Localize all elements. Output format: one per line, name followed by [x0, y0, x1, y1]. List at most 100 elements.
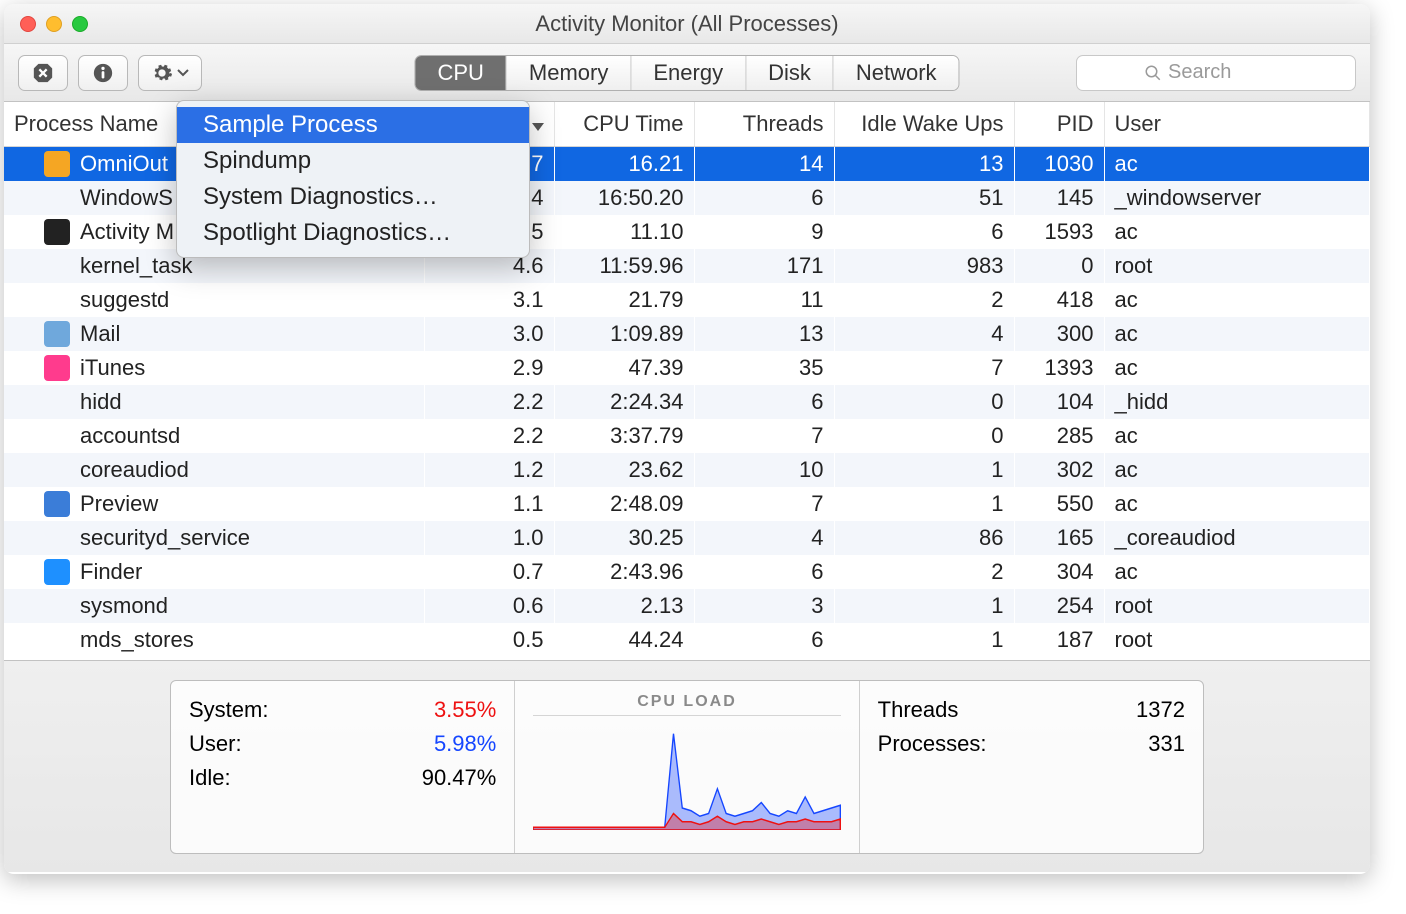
cell-pid: 0: [1014, 249, 1104, 283]
app-icon: [44, 627, 70, 653]
tab-network[interactable]: Network: [834, 56, 959, 90]
process-name: accountsd: [80, 423, 180, 449]
table-row[interactable]: Preview1.12:48.0971550ac: [4, 487, 1370, 521]
table-row[interactable]: Finder0.72:43.9662304ac: [4, 555, 1370, 589]
column-header[interactable]: Threads: [694, 102, 834, 146]
cell-pid: 304: [1014, 555, 1104, 589]
window-title: Activity Monitor (All Processes): [4, 11, 1370, 37]
cell-wake: 1: [834, 487, 1014, 521]
cell-threads: 3: [694, 589, 834, 623]
column-header[interactable]: PID: [1014, 102, 1104, 146]
process-name: WindowS: [80, 185, 173, 211]
cell-user: ac: [1104, 555, 1370, 589]
cell-pct: 2.9: [424, 351, 554, 385]
cell-user: ac: [1104, 215, 1370, 249]
search-input[interactable]: [1168, 61, 1288, 84]
thread-proc-counts: Threads1372 Processes:331: [859, 681, 1203, 853]
table-row[interactable]: accountsd2.23:37.7970285ac: [4, 419, 1370, 453]
cell-threads: 10: [694, 453, 834, 487]
cell-threads: 6: [694, 181, 834, 215]
cell-user: ac: [1104, 453, 1370, 487]
cell-pct: 1.0: [424, 521, 554, 555]
tab-disk[interactable]: Disk: [746, 56, 834, 90]
table-row[interactable]: coreaudiod1.223.62101302ac: [4, 453, 1370, 487]
process-name: Activity M: [80, 219, 174, 245]
table-row[interactable]: securityd_service1.030.25486165_coreaudi…: [4, 521, 1370, 555]
cell-time: 21.79: [554, 283, 694, 317]
stats-panel: System:3.55% User:5.98% Idle:90.47% CPU …: [170, 680, 1204, 854]
column-header[interactable]: CPU Time: [554, 102, 694, 146]
processes-label: Processes:: [878, 731, 987, 757]
cell-wake: 0: [834, 385, 1014, 419]
system-value: 3.55%: [434, 697, 496, 723]
stop-octagon-icon: [32, 62, 54, 84]
cell-user: root: [1104, 589, 1370, 623]
cell-threads: 7: [694, 487, 834, 521]
table-row[interactable]: hidd2.22:24.3460104_hidd: [4, 385, 1370, 419]
table-row[interactable]: Mail3.01:09.89134300ac: [4, 317, 1370, 351]
menu-item[interactable]: System Diagnostics…: [177, 179, 529, 215]
cell-wake: 51: [834, 181, 1014, 215]
idle-value: 90.47%: [422, 765, 497, 791]
table-row[interactable]: sysmond0.62.1331254root: [4, 589, 1370, 623]
process-name: suggestd: [80, 287, 169, 313]
app-icon: [44, 219, 70, 245]
info-button[interactable]: [78, 55, 128, 91]
cpu-load-chart: CPU LOAD: [514, 681, 858, 853]
cell-wake: 1: [834, 453, 1014, 487]
process-name: Mail: [80, 321, 120, 347]
chevron-down-icon: [177, 69, 189, 77]
process-name: mds_stores: [80, 627, 194, 653]
cell-pct: 0.7: [424, 555, 554, 589]
cell-time: 11:59.96: [554, 249, 694, 283]
table-row[interactable]: mds_stores0.544.2461187root: [4, 623, 1370, 657]
cell-threads: 6: [694, 623, 834, 657]
cell-time: 2:24.34: [554, 385, 694, 419]
column-header[interactable]: User: [1104, 102, 1370, 146]
table-row[interactable]: iTunes2.947.393571393ac: [4, 351, 1370, 385]
cell-user: root: [1104, 249, 1370, 283]
cell-threads: 6: [694, 385, 834, 419]
info-icon: [92, 62, 114, 84]
search-field[interactable]: [1076, 55, 1356, 91]
tab-cpu[interactable]: CPU: [415, 56, 506, 90]
cell-user: _coreaudiod: [1104, 521, 1370, 555]
table-row[interactable]: suggestd3.121.79112418ac: [4, 283, 1370, 317]
search-icon: [1144, 64, 1162, 82]
menu-item[interactable]: Spindump: [177, 143, 529, 179]
cell-user: ac: [1104, 146, 1370, 181]
cell-time: 2:48.09: [554, 487, 694, 521]
cell-pid: 285: [1014, 419, 1104, 453]
tab-energy[interactable]: Energy: [631, 56, 746, 90]
cell-time: 44.24: [554, 623, 694, 657]
user-value: 5.98%: [434, 731, 496, 757]
processes-value: 331: [1148, 731, 1185, 757]
cell-pid: 145: [1014, 181, 1104, 215]
cell-pid: 300: [1014, 317, 1104, 351]
cell-time: 2.13: [554, 589, 694, 623]
cell-threads: 7: [694, 419, 834, 453]
cell-threads: 13: [694, 317, 834, 351]
gear-menu-button[interactable]: [138, 55, 202, 91]
menu-item[interactable]: Spotlight Diagnostics…: [177, 215, 529, 251]
cell-threads: 171: [694, 249, 834, 283]
process-name: Finder: [80, 559, 142, 585]
app-icon: [44, 457, 70, 483]
cell-wake: 983: [834, 249, 1014, 283]
tab-memory[interactable]: Memory: [507, 56, 631, 90]
app-icon: [44, 525, 70, 551]
system-label: System:: [189, 697, 268, 723]
stop-process-button[interactable]: [18, 55, 68, 91]
cell-threads: 35: [694, 351, 834, 385]
cell-pid: 187: [1014, 623, 1104, 657]
column-header[interactable]: Idle Wake Ups: [834, 102, 1014, 146]
cell-pct: 1.1: [424, 487, 554, 521]
cell-pct: 2.2: [424, 419, 554, 453]
cell-pid: 418: [1014, 283, 1104, 317]
cell-wake: 0: [834, 419, 1014, 453]
process-name: securityd_service: [80, 525, 250, 551]
idle-label: Idle:: [189, 765, 231, 791]
footer: System:3.55% User:5.98% Idle:90.47% CPU …: [4, 660, 1370, 872]
cell-user: ac: [1104, 487, 1370, 521]
menu-item[interactable]: Sample Process: [177, 107, 529, 143]
